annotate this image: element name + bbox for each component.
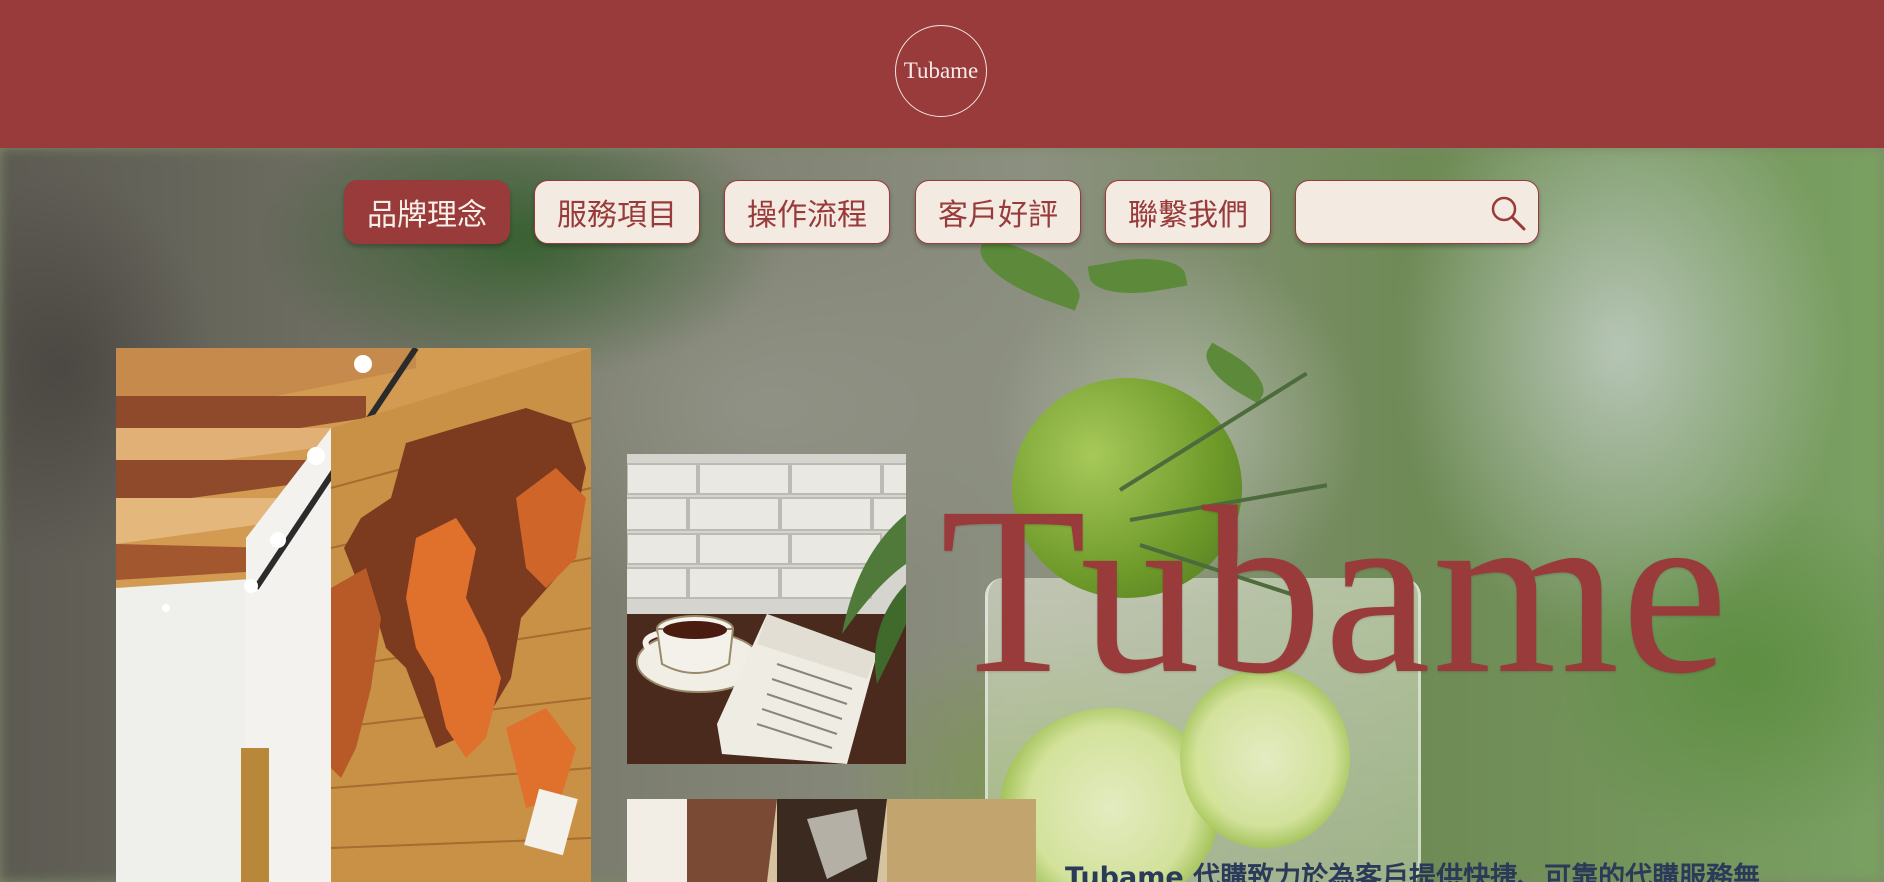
site-header: Tubame <box>0 0 1884 148</box>
nav-item-contact[interactable]: 聯繫我們 <box>1105 180 1271 244</box>
hero-title: Tubame <box>940 457 1730 723</box>
search-icon[interactable] <box>1488 193 1528 233</box>
photo-bottom <box>627 799 1036 882</box>
search-input[interactable] <box>1310 193 1484 233</box>
main-nav: 品牌理念 服務項目 操作流程 客戶好評 聯繫我們 <box>0 180 1884 246</box>
cafe-interior-image <box>116 348 591 882</box>
photo-tea-newspaper <box>627 454 906 764</box>
hero-description: Tubame 代購致力於為客戶提供快捷、可靠的代購服務無 <box>1065 862 1761 882</box>
nav-item-reviews[interactable]: 客戶好評 <box>915 180 1081 244</box>
logo[interactable]: Tubame <box>895 25 987 117</box>
nav-item-brand-philosophy[interactable]: 品牌理念 <box>344 180 510 244</box>
tea-newspaper-image <box>627 454 906 764</box>
search-box[interactable] <box>1295 180 1539 244</box>
photo-cafe-interior <box>116 348 591 882</box>
nav-item-process[interactable]: 操作流程 <box>724 180 890 244</box>
nav-item-services[interactable]: 服務項目 <box>534 180 700 244</box>
bottom-photo-image <box>627 799 1036 882</box>
page: Tubame 品牌理念 服務項目 操作流程 客戶好評 聯繫我們 Tubame T… <box>0 0 1884 882</box>
